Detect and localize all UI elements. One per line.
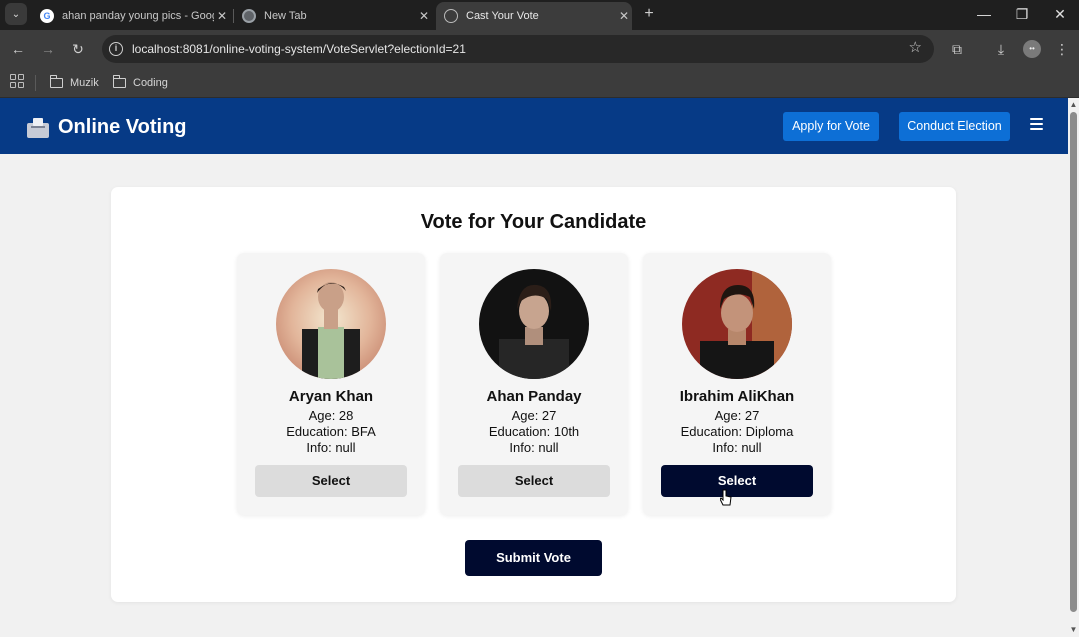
close-tab-icon[interactable]: ✕ [416,9,432,23]
candidate-info: Info: null [712,440,762,455]
back-icon[interactable]: ← [7,38,29,60]
candidate-age: Age: 27 [511,408,557,423]
bookmark-divider [35,75,36,91]
bookmarks-bar: Muzik Coding [0,68,1079,98]
download-icon[interactable]: ⤓ [990,38,1012,60]
candidate-photo [479,269,589,379]
candidate-age: Age: 28 [308,408,354,423]
conduct-election-button[interactable]: Conduct Election [899,112,1010,141]
folder-icon [49,75,63,88]
chrome-icon [242,9,256,23]
candidate-name: Ahan Panday [486,388,582,405]
tab-google-search[interactable]: G ahan panday young pics - Goog ✕ [34,2,230,30]
vote-card: Vote for Your Candidate Aryan Khan Age: … [111,187,956,602]
scroll-thumb[interactable] [1070,112,1077,612]
scroll-up-icon[interactable]: ▲ [1068,100,1079,110]
tab-cast-your-vote[interactable]: Cast Your Vote ✕ [436,2,632,30]
page-scrollbar[interactable]: ▲ ▼ [1068,98,1079,637]
reload-icon[interactable]: ↻ [67,38,89,60]
profile-avatar[interactable]: •• [1023,40,1041,58]
submit-vote-button[interactable]: Submit Vote [465,540,602,576]
candidate-card: Ahan Panday Age: 27 Education: 10th Info… [440,253,628,515]
browser-menu-icon[interactable]: ⋮ [1051,38,1073,60]
tab-title: ahan panday young pics - Goog [62,10,214,22]
close-tab-icon[interactable]: ✕ [616,9,632,23]
site-navbar: Online Voting Apply for Vote Conduct Ele… [0,98,1068,154]
forward-icon[interactable]: → [37,38,59,60]
extensions-icon[interactable]: ⧉ [946,38,968,60]
candidate-photo [276,269,386,379]
candidate-education: Education: 10th [488,424,580,439]
candidate-name: Ibrahim AliKhan [679,388,795,405]
candidate-education: Education: Diploma [680,424,794,439]
candidate-info: Info: null [306,440,356,455]
tab-new-tab[interactable]: New Tab ✕ [236,2,432,30]
scroll-down-icon[interactable]: ▼ [1068,625,1079,635]
apps-grid-icon[interactable] [10,74,24,88]
browser-tab-bar: ⌄ G ahan panday young pics - Goog ✕ New … [0,0,1079,30]
tab-search-button[interactable]: ⌄ [5,3,27,25]
new-tab-button[interactable]: + [641,4,657,24]
bookmark-star-icon[interactable]: ☆ [909,38,922,56]
page-title: Vote for Your Candidate [420,211,647,233]
restore-icon[interactable]: ❐ [1003,0,1041,28]
brand-logo[interactable]: Online Voting [27,116,187,139]
tab-title: New Tab [264,10,307,22]
apply-for-vote-button[interactable]: Apply for Vote [783,112,879,141]
hand-cursor-icon [720,489,732,506]
brand-title: Online Voting [58,116,187,138]
page-viewport: Online Voting Apply for Vote Conduct Ele… [0,98,1068,637]
candidate-name: Aryan Khan [288,388,374,405]
chevron-down-icon: ⌄ [11,8,21,20]
bookmark-muzik[interactable]: Muzik [49,73,99,93]
minimize-icon[interactable]: — [965,0,1003,28]
candidate-info: Info: null [509,440,559,455]
candidate-education: Education: BFA [286,424,376,439]
hamburger-menu-icon[interactable] [1030,118,1043,130]
candidate-card: Ibrahim AliKhan Age: 27 Education: Diplo… [643,253,831,515]
close-window-icon[interactable]: ✕ [1041,0,1079,28]
bookmark-label: Coding [133,77,168,89]
candidate-card: Aryan Khan Age: 28 Education: BFA Info: … [237,253,425,515]
globe-icon [444,9,458,23]
select-candidate-button[interactable]: Select [661,465,813,497]
google-icon: G [40,9,54,23]
site-info-icon[interactable]: i [109,42,123,56]
close-tab-icon[interactable]: ✕ [214,9,230,23]
ballot-box-icon [27,117,49,138]
address-bar[interactable]: i localhost:8081/online-voting-system/Vo… [102,35,934,63]
tab-divider [233,9,234,23]
folder-icon [112,75,126,88]
bookmark-coding[interactable]: Coding [112,73,168,93]
url-text[interactable]: localhost:8081/online-voting-system/Vote… [132,42,466,56]
candidate-photo [682,269,792,379]
browser-toolbar: ← → ↻ i localhost:8081/online-voting-sys… [0,30,1079,68]
select-candidate-button[interactable]: Select [255,465,407,497]
bookmark-label: Muzik [70,77,99,89]
tab-title: Cast Your Vote [466,10,539,22]
select-candidate-button[interactable]: Select [458,465,610,497]
candidate-age: Age: 27 [714,408,760,423]
